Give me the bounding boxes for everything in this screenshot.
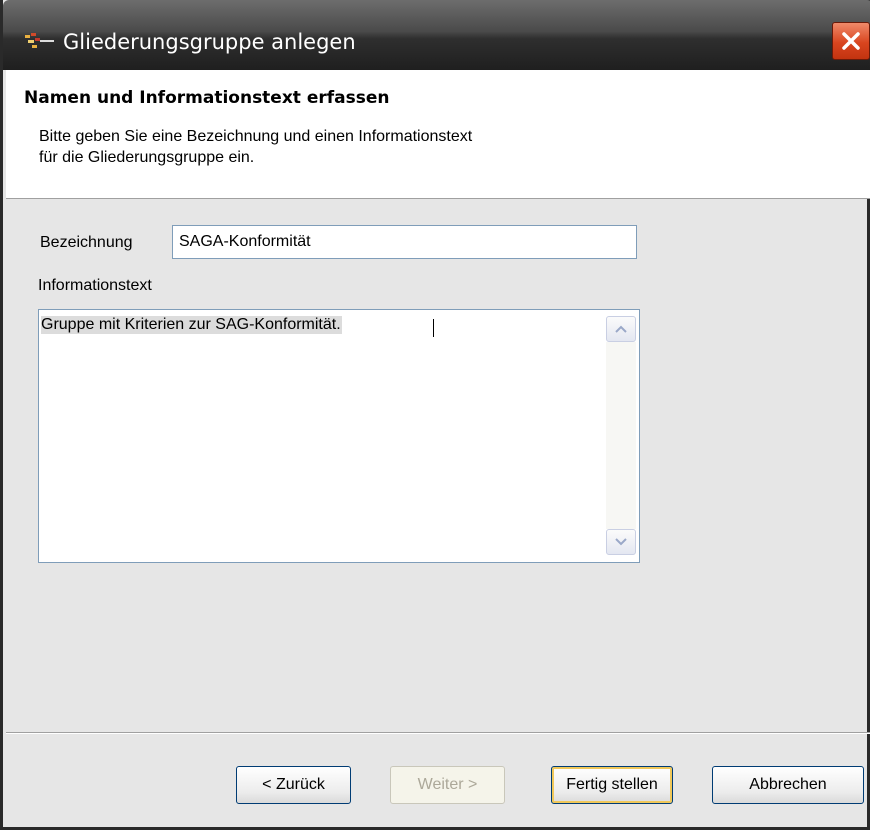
bezeichnung-label: Bezeichnung bbox=[40, 234, 133, 251]
app-logo-icon bbox=[25, 32, 55, 50]
scrollbar-track[interactable] bbox=[606, 342, 636, 529]
bezeichnung-input[interactable] bbox=[172, 225, 637, 259]
close-button[interactable] bbox=[832, 22, 870, 60]
page-description: Bitte geben Sie eine Bezeichnung und ein… bbox=[39, 126, 472, 168]
title-bar[interactable]: Gliederungsgruppe anlegen bbox=[3, 0, 870, 70]
window-title: Gliederungsgruppe anlegen bbox=[63, 30, 356, 54]
page-title: Namen und Informationstext erfassen bbox=[24, 88, 390, 108]
informationstext-label: Informationstext bbox=[38, 277, 152, 294]
text-caret bbox=[433, 319, 434, 337]
footer-separator bbox=[6, 732, 870, 734]
back-button[interactable]: < Zurück bbox=[236, 766, 351, 804]
cancel-button[interactable]: Abbrechen bbox=[712, 766, 864, 804]
informationstext-text: Gruppe mit Kriterien zur SAG-Konformität… bbox=[41, 316, 341, 333]
wizard-header: Namen und Informationstext erfassen Bitt… bbox=[6, 70, 870, 199]
scroll-down-button[interactable] bbox=[606, 529, 636, 555]
informationstext-textarea[interactable]: Gruppe mit Kriterien zur SAG-Konformität… bbox=[38, 309, 640, 563]
finish-button[interactable]: Fertig stellen bbox=[551, 766, 673, 804]
description-line-2: für die Gliederungsgruppe ein. bbox=[39, 149, 255, 166]
informationstext-value[interactable]: Gruppe mit Kriterien zur SAG-Konformität… bbox=[41, 316, 342, 334]
scroll-up-button[interactable] bbox=[606, 316, 636, 342]
next-button[interactable]: Weiter > bbox=[390, 766, 505, 804]
description-line-1: Bitte geben Sie eine Bezeichnung und ein… bbox=[39, 128, 473, 145]
dialog-window: Gliederungsgruppe anlegen Namen und Info… bbox=[0, 0, 870, 830]
